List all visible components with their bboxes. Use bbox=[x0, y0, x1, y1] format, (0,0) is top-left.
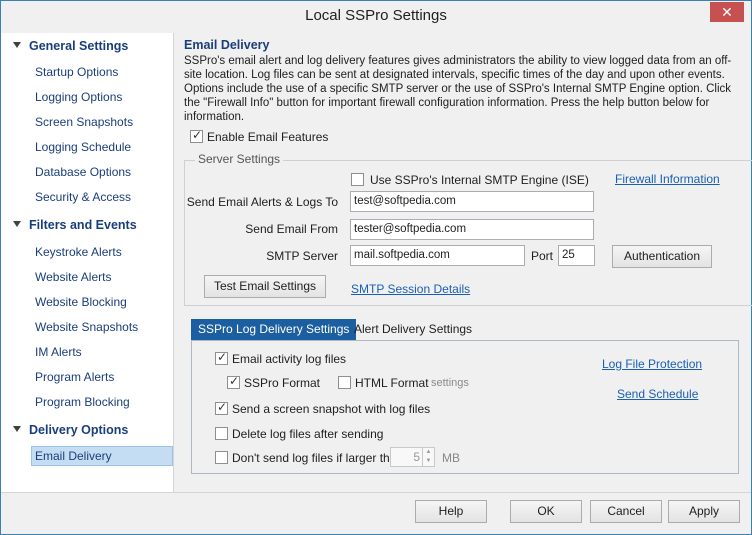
delete-after-label: Delete log files after sending bbox=[232, 427, 384, 441]
sidebar-item-database-options[interactable]: Database Options bbox=[35, 165, 131, 179]
send-from-input[interactable]: tester@softpedia.com bbox=[350, 219, 594, 240]
sidebar-item-program-alerts[interactable]: Program Alerts bbox=[35, 370, 114, 384]
sidebar-item-logging-options[interactable]: Logging Options bbox=[35, 90, 122, 104]
help-button[interactable]: Help bbox=[415, 500, 487, 523]
sidebar-item-program-blocking[interactable]: Program Blocking bbox=[35, 395, 130, 409]
authentication-button[interactable]: Authentication bbox=[612, 245, 712, 268]
cancel-button[interactable]: Cancel bbox=[590, 500, 662, 523]
page-title: Email Delivery bbox=[184, 38, 270, 52]
use-internal-smtp-checkbox[interactable] bbox=[351, 173, 364, 186]
sidebar-item-security-access[interactable]: Security & Access bbox=[35, 190, 131, 204]
footer-bar: Help OK Cancel Apply bbox=[1, 492, 751, 534]
apply-button[interactable]: Apply bbox=[668, 500, 740, 523]
stepper-arrows-icon[interactable]: ▲ ▼ bbox=[422, 448, 434, 466]
sidebar-group-delivery-options[interactable]: Delivery Options bbox=[13, 423, 128, 437]
sidebar-group-general-settings[interactable]: General Settings bbox=[13, 39, 128, 53]
sspro-format-label: SSPro Format bbox=[244, 376, 321, 390]
sidebar-item-im-alerts[interactable]: IM Alerts bbox=[35, 345, 82, 359]
sidebar-item-website-snapshots[interactable]: Website Snapshots bbox=[35, 320, 138, 334]
dont-send-larger-checkbox[interactable] bbox=[215, 451, 228, 464]
smtp-server-label: SMTP Server bbox=[266, 249, 338, 263]
log-file-protection-link[interactable]: Log File Protection bbox=[602, 357, 702, 371]
sidebar-item-logging-schedule[interactable]: Logging Schedule bbox=[35, 140, 131, 154]
enable-email-label: Enable Email Features bbox=[207, 130, 329, 144]
use-internal-smtp-label: Use SSPro's Internal SMTP Engine (ISE) bbox=[370, 173, 589, 187]
sidebar: General Settings Startup Options Logging… bbox=[1, 33, 174, 492]
server-settings-legend: Server Settings bbox=[195, 152, 284, 166]
sidebar-item-email-delivery[interactable]: Email Delivery bbox=[31, 446, 173, 466]
smtp-server-input[interactable]: mail.softpedia.com bbox=[350, 245, 525, 266]
settings-link[interactable]: settings bbox=[431, 377, 469, 389]
test-email-settings-button[interactable]: Test Email Settings bbox=[204, 275, 326, 298]
send-schedule-link[interactable]: Send Schedule bbox=[617, 387, 698, 401]
sspro-format-checkbox[interactable] bbox=[227, 374, 240, 389]
send-snapshot-label: Send a screen snapshot with log files bbox=[232, 402, 431, 416]
send-alerts-to-label: Send Email Alerts & Logs To bbox=[186, 195, 338, 209]
sidebar-item-website-alerts[interactable]: Website Alerts bbox=[35, 270, 111, 284]
close-icon[interactable]: ✕ bbox=[721, 4, 733, 20]
html-format-checkbox[interactable] bbox=[338, 376, 351, 389]
size-limit-value[interactable]: 5 bbox=[413, 450, 420, 464]
send-snapshot-checkbox[interactable] bbox=[215, 400, 228, 415]
delete-after-checkbox[interactable] bbox=[215, 427, 228, 440]
sidebar-group-filters-events[interactable]: Filters and Events bbox=[13, 218, 137, 232]
chevron-down-icon[interactable] bbox=[13, 42, 21, 48]
size-unit-label: MB bbox=[442, 451, 460, 465]
firewall-information-link[interactable]: Firewall Information bbox=[615, 172, 720, 186]
send-from-label: Send Email From bbox=[245, 222, 338, 236]
main-panel: Email Delivery SSPro's email alert and l… bbox=[175, 33, 752, 492]
settings-window: Local SSPro Settings ✕ General Settings … bbox=[0, 0, 752, 535]
tab-sspro-log-delivery[interactable]: SSPro Log Delivery Settings bbox=[191, 319, 357, 340]
ok-button[interactable]: OK bbox=[510, 500, 582, 523]
page-description: SSPro's email alert and log delivery fea… bbox=[184, 55, 732, 123]
html-format-label: HTML Format bbox=[355, 376, 429, 390]
size-limit-stepper[interactable]: 5 ▲ ▼ bbox=[390, 447, 435, 467]
sidebar-item-startup-options[interactable]: Startup Options bbox=[35, 65, 118, 79]
close-button[interactable]: ✕ bbox=[710, 2, 744, 22]
window-title: Local SSPro Settings bbox=[305, 7, 447, 24]
port-label: Port bbox=[531, 249, 554, 263]
send-alerts-to-input[interactable]: test@softpedia.com bbox=[350, 191, 594, 212]
title-bar: Local SSPro Settings ✕ bbox=[1, 1, 751, 33]
port-input[interactable]: 25 bbox=[558, 245, 595, 266]
chevron-down-icon[interactable] bbox=[13, 221, 21, 227]
sidebar-item-keystroke-alerts[interactable]: Keystroke Alerts bbox=[35, 245, 122, 259]
enable-email-checkbox[interactable] bbox=[190, 128, 203, 143]
email-activity-checkbox[interactable] bbox=[215, 350, 228, 365]
sidebar-item-website-blocking[interactable]: Website Blocking bbox=[35, 295, 127, 309]
email-activity-label: Email activity log files bbox=[232, 352, 347, 366]
tab-alert-delivery[interactable]: Alert Delivery Settings bbox=[347, 319, 479, 340]
smtp-session-details-link[interactable]: SMTP Session Details bbox=[351, 282, 470, 296]
chevron-down-icon[interactable] bbox=[13, 426, 21, 432]
sidebar-item-screen-snapshots[interactable]: Screen Snapshots bbox=[35, 115, 133, 129]
dont-send-larger-label: Don't send log files if larger than bbox=[232, 451, 404, 465]
